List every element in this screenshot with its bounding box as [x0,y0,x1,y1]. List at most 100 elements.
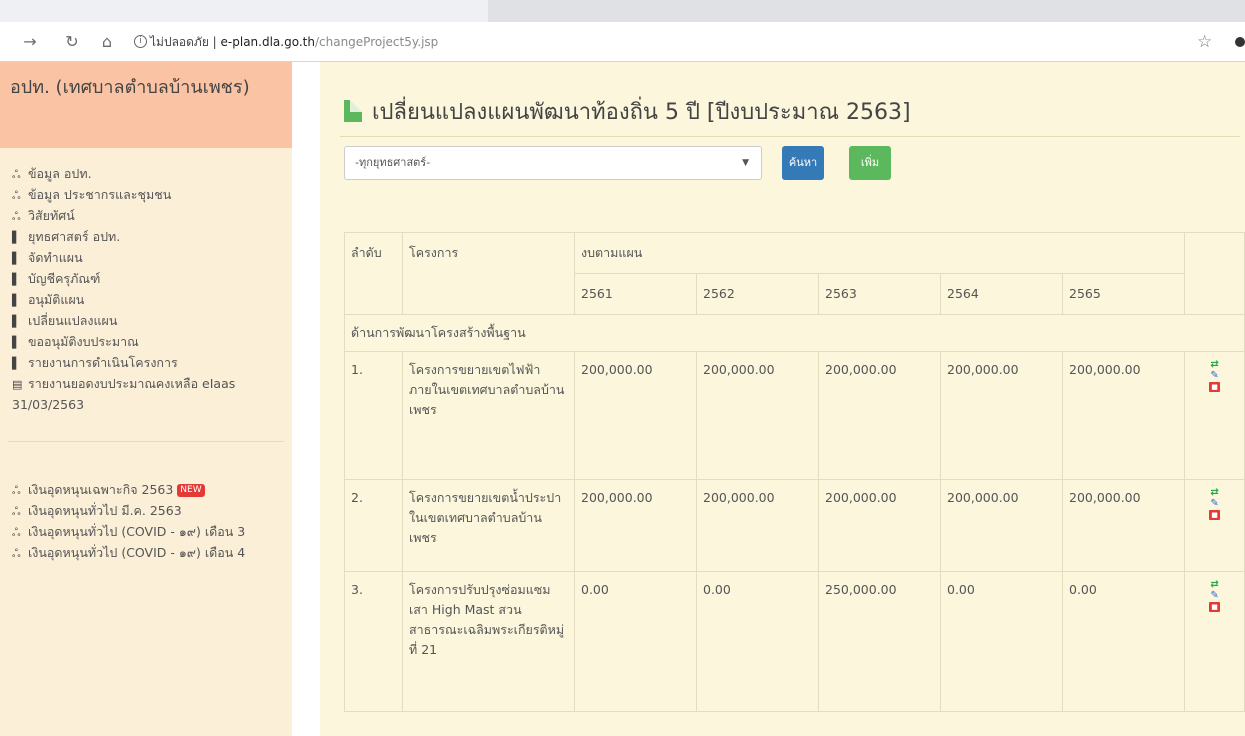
chevron-down-icon: ▼ [742,158,749,168]
sitemap-icon: ஃ [12,484,21,497]
sidebar-item-budget-request[interactable]: ▌ ขออนุมัติงบประมาณ [12,332,292,353]
delete-icon[interactable]: ■ [1209,382,1221,392]
title-divider [340,136,1240,137]
sitemap-icon: ஃ [12,547,21,560]
edit-icon[interactable]: ✎ [1209,591,1220,601]
sidebar-menu-subsidy: ஃ เงินอุดหนุนเฉพาะกิจ 2563 NEW ஃ เงินอุดหน… [0,442,292,564]
transfer-icon[interactable]: ⇄ [1209,360,1220,370]
sidebar-item-label: เงินอุดหนุนทั่วไป (COVID - ๑๙) เดือน 3 [28,524,246,539]
row-value: 200,000.00 [940,351,1063,480]
forward-icon[interactable]: → [20,31,40,53]
delete-icon[interactable]: ■ [1209,602,1221,612]
sidebar-item-label: ข้อมูล ประชากรและชุมชน [28,187,172,202]
url-field[interactable]: ไม่ปลอดภัย | e-plan.dla.go.th/changeProj… [150,32,438,52]
browser-tab-strip [0,0,1245,22]
row-value: 0.00 [696,571,819,712]
star-icon[interactable]: ☆ [1197,32,1212,52]
sidebar-item-lgo-info[interactable]: ஃ ข้อมูล อปท. [12,164,292,185]
row-value: 0.00 [574,571,697,712]
sidebar-item-label: จัดทำแผน [28,250,83,265]
menu-dot-icon[interactable] [1235,37,1245,47]
sidebar-item-strategy[interactable]: ▌ ยุทธศาสตร์ อปท. [12,227,292,248]
row-value: 200,000.00 [696,351,819,480]
page-title: เปลี่ยนแปลงแผนพัฒนาท้องถิ่น 5 ปี [ปีงบปร… [344,98,911,128]
sidebar-item-make-plan[interactable]: ▌ จัดทำแผน [12,248,292,269]
column-header-year: 2564 [940,273,1063,315]
row-no: 1. [344,351,403,480]
column-header-year: 2565 [1061,273,1186,315]
sidebar-item-approve-plan[interactable]: ▌ อนุมัติแผน [12,290,292,311]
reload-icon[interactable]: ↻ [62,31,82,53]
sidebar-item-covid-subsidy-3[interactable]: ஃ เงินอุดหนุนทั่วไป (COVID - ๑๙) เดือน 3 [12,522,287,543]
row-project: โครงการขยายเขตน้ำประปาในเขตเทศบาลตำบลบ้า… [402,479,575,572]
url-security-label: ไม่ปลอดภัย [150,35,209,49]
home-icon[interactable]: ⌂ [97,31,117,53]
sidebar-item-label: ข้อมูล อปท. [28,166,92,181]
row-value: 200,000.00 [574,351,697,480]
row-value: 200,000.00 [818,351,941,480]
sitemap-icon: ஃ [12,505,21,518]
transfer-icon[interactable]: ⇄ [1209,580,1220,590]
table-header-row: ลำดับ โครงการ งบตามแผน [344,232,1245,315]
sidebar-item-label: เงินอุดหนุนทั่วไป (COVID - ๑๙) เดือน 4 [28,545,246,560]
new-badge: NEW [177,484,205,497]
row-no: 3. [344,571,403,712]
sidebar-item-general-subsidy-mar[interactable]: ஃ เงินอุดหนุนทั่วไป มี.ค. 2563 [12,501,292,522]
sidebar-item-label: วิสัยทัศน์ [28,208,75,223]
sidebar-item-population[interactable]: ஃ ข้อมูล ประชากรและชุมชน [12,185,292,206]
row-no: 2. [344,479,403,572]
sidebar-header: อปท. (เทศบาลตำบลบ้านเพชร) [0,62,292,148]
sidebar-item-label: ขออนุมัติงบประมาณ [28,334,139,349]
bookmark-icon: ▌ [12,294,21,307]
sidebar-item-specific-subsidy[interactable]: ஃ เงินอุดหนุนเฉพาะกิจ 2563 NEW [12,480,292,501]
row-value: 200,000.00 [818,479,941,572]
sitemap-icon: ஃ [12,189,21,202]
file-icon: ▤ [12,378,23,391]
row-value: 200,000.00 [1061,351,1186,480]
sidebar-item-change-plan[interactable]: ▌ เปลี่ยนแปลงแผน [12,311,292,332]
add-button[interactable]: เพิ่ม [849,146,891,180]
main-content: เปลี่ยนแปลงแผนพัฒนาท้องถิ่น 5 ปี [ปีงบปร… [320,62,1245,736]
row-value: 200,000.00 [940,479,1063,572]
transfer-icon[interactable]: ⇄ [1209,488,1220,498]
url-host: e-plan.dla.go.th [220,35,315,49]
sidebar-item-budget-balance-report[interactable]: ▤ รายงานยอดงบประมาณคงเหลือ eIaas 31/03/25… [12,374,287,415]
row-value: 200,000.00 [574,479,697,572]
sidebar-item-equipment[interactable]: ▌ บัญชีครุภัณฑ์ [12,269,292,290]
bookmark-icon: ▌ [12,231,21,244]
row-actions: ⇄ ✎ ■ [1184,351,1245,480]
bookmark-icon: ▌ [12,315,21,328]
info-icon[interactable]: i [134,35,147,48]
row-value: 200,000.00 [1061,479,1186,572]
sidebar-item-project-report[interactable]: ▌ รายงานการดำเนินโครงการ [12,353,292,374]
column-header-year: 2563 [818,273,941,315]
row-project: โครงการขยายเขตไฟฟ้าภายในเขตเทศบาลตำบลบ้า… [402,351,575,480]
edit-icon[interactable]: ✎ [1209,499,1220,509]
column-header-project: โครงการ [402,232,575,315]
row-actions: ⇄ ✎ ■ [1184,571,1245,712]
sidebar-item-covid-subsidy-4[interactable]: ஃ เงินอุดหนุนทั่วไป (COVID - ๑๙) เดือน 4 [12,543,287,564]
sidebar-item-vision[interactable]: ஃ วิสัยทัศน์ [12,206,292,227]
project-table: ลำดับ โครงการ งบตามแผน 2561 2562 2563 25… [343,232,1245,712]
browser-tab[interactable] [0,0,488,22]
sidebar-item-label: เปลี่ยนแปลงแผน [28,313,118,328]
column-header-budget: งบตามแผน [573,232,1186,274]
strategy-select-value: -ทุกยุทธศาสตร์- [355,156,431,169]
content-gutter [292,62,320,736]
table-row: 2. โครงการขยายเขตน้ำประปาในเขตเทศบาลตำบล… [344,479,1245,572]
sidebar-item-label: บัญชีครุภัณฑ์ [28,271,101,286]
sidebar-menu: ஃ ข้อมูล อปท. ஃ ข้อมูล ประชากรและชุมชน ஃ วิ… [0,148,292,415]
table-section-row: ด้านการพัฒนาโครงสร้างพื้นฐาน [343,314,1245,352]
search-button[interactable]: ค้นหา [782,146,824,180]
sidebar-item-label: รายงานยอดงบประมาณคงเหลือ eIaas 31/03/256… [12,376,236,412]
sidebar-item-label: อนุมัติแผน [28,292,85,307]
row-value: 0.00 [940,571,1063,712]
bookmark-icon: ▌ [12,273,21,286]
section-label: ด้านการพัฒนาโครงสร้างพื้นฐาน [343,314,1245,352]
bookmark-icon: ▌ [12,252,21,265]
table-row: 3. โครงการปรับปรุงซ่อมแซมเสา High Mast ส… [344,571,1245,712]
strategy-select[interactable]: -ทุกยุทธศาสตร์- ▼ [344,146,762,180]
delete-icon[interactable]: ■ [1209,510,1221,520]
bookmark-icon: ▌ [12,336,21,349]
edit-icon[interactable]: ✎ [1209,371,1220,381]
